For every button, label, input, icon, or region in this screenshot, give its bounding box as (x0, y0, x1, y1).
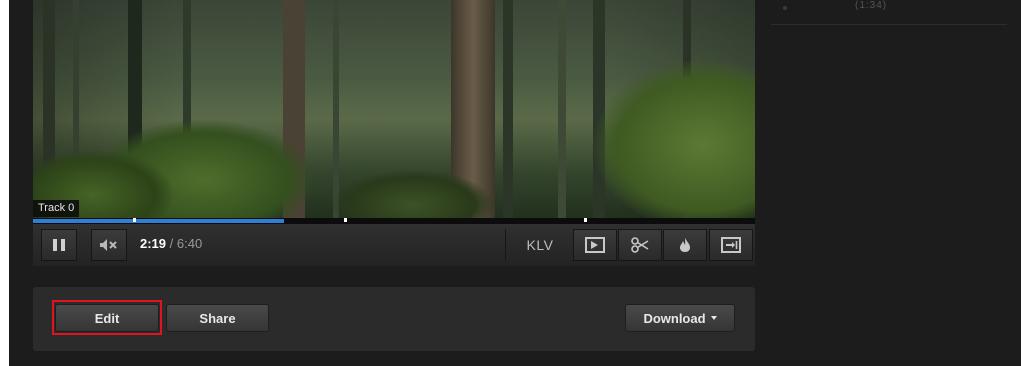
time-separator: / (166, 236, 177, 251)
side-panel-top: (1:34) (771, 0, 1007, 25)
clip-button[interactable] (618, 229, 662, 261)
chapter-marker[interactable] (344, 218, 347, 222)
slideshow-button[interactable] (573, 229, 617, 261)
download-button[interactable]: Download (625, 304, 735, 332)
track-label: Track 0 (33, 200, 80, 217)
side-panel-snippet: (1:34) (855, 0, 888, 11)
fire-icon (680, 238, 690, 252)
time-current: 2:19 (140, 236, 167, 251)
export-icon (721, 237, 741, 253)
chapter-marker[interactable] (584, 218, 587, 222)
slideshow-icon (585, 237, 605, 253)
progress-fill (33, 219, 284, 223)
klv-button[interactable]: KLV (505, 229, 574, 261)
bullet-icon (783, 6, 787, 10)
burn-button[interactable] (663, 229, 707, 261)
pause-icon (53, 239, 65, 251)
video-player[interactable]: Track 0 (33, 0, 755, 218)
mute-button[interactable] (91, 229, 127, 261)
pause-button[interactable] (41, 229, 77, 261)
action-bar: Edit Share Download (33, 287, 755, 351)
caret-down-icon (710, 316, 717, 320)
mute-icon (100, 239, 117, 251)
scissors-icon (631, 237, 649, 253)
app-window: (1:34) Track 0 2:19 / 6:40 KLV Edit Shar… (9, 0, 1021, 366)
download-label: Download (643, 310, 706, 326)
time-display: 2:19 / 6:40 (140, 236, 202, 251)
export-button[interactable] (709, 229, 753, 261)
edit-highlight-box (52, 300, 162, 335)
chapter-marker[interactable] (133, 218, 136, 222)
share-button[interactable]: Share (166, 304, 269, 332)
player-controls: 2:19 / 6:40 KLV (33, 224, 755, 266)
time-total: 6:40 (176, 236, 203, 251)
